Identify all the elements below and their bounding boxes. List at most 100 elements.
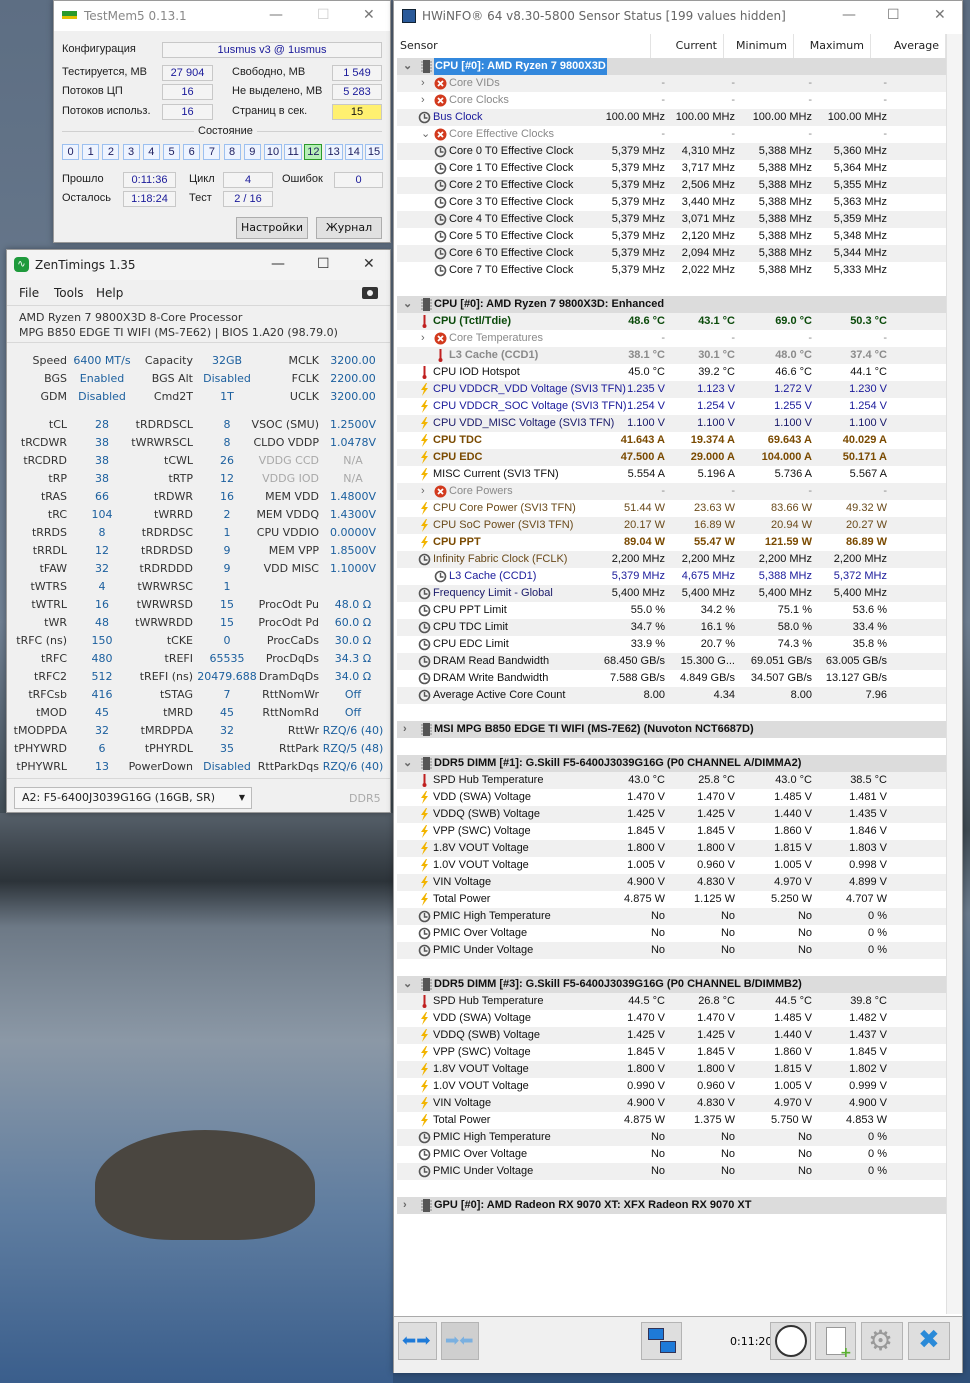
column-header-minimum[interactable]: Minimum bbox=[724, 34, 794, 58]
sensor-row[interactable]: CPU VDDCR_SOC Voltage (SVI3 TFN) 1.254 V1… bbox=[397, 398, 946, 415]
sensor-row[interactable]: SPD Hub Temperature 44.5 °C 26.8 °C 44.5 °C… bbox=[397, 993, 946, 1010]
sensor-row[interactable]: Core 3 T0 Effective Clock 5,379 MHz 3,440 … bbox=[397, 194, 946, 211]
chevron-down-icon[interactable]: ⌄ bbox=[403, 58, 412, 75]
menu-file[interactable]: File bbox=[19, 286, 39, 300]
sensor-row[interactable]: PMIC Over Voltage No No No 0 % bbox=[397, 925, 946, 942]
sensor-row[interactable]: Total Power 4.875 W 1.375 W 5.750 W 4.853 W bbox=[397, 1112, 946, 1129]
minimize-button[interactable]: — bbox=[271, 256, 285, 272]
chevron-down-icon[interactable]: ⌄ bbox=[403, 755, 412, 772]
sensor-row[interactable]: VPP (SWC) Voltage 1.845 V 1.845 V 1.860 V 1.… bbox=[397, 823, 946, 840]
sensor-row[interactable]: DRAM Read Bandwidth 68.450 GB/s 15.300 G..… bbox=[397, 653, 946, 670]
sensor-group-header[interactable]: ⌄ DDR5 DIMM [#3]: G.Skill F5-6400J3039G16… bbox=[397, 976, 946, 993]
sensor-row[interactable]: CPU PPT Limit 55.0 % 34.2 % 75.1 % 53.6 % bbox=[397, 602, 946, 619]
settings-button[interactable]: ⚙ bbox=[861, 1322, 903, 1360]
sensor-row[interactable]: › Core Clocks - - - - bbox=[397, 92, 946, 109]
sensor-row[interactable]: VPP (SWC) Voltage 1.845 V 1.845 V 1.860 V 1.… bbox=[397, 1044, 946, 1061]
sensor-row[interactable]: › Core Powers - - - - bbox=[397, 483, 946, 500]
sensor-row[interactable]: CPU SoC Power (SVI3 TFN) 20.17 W 16.89 W 20… bbox=[397, 517, 946, 534]
chevron-down-icon[interactable]: ⌄ bbox=[403, 976, 412, 993]
minimize-button[interactable]: — bbox=[842, 7, 856, 23]
sensor-row[interactable]: Infinity Fabric Clock (FCLK) 2,200 MHz 2,2… bbox=[397, 551, 946, 568]
maximize-button[interactable]: ☐ bbox=[317, 7, 330, 23]
network-button[interactable] bbox=[641, 1322, 682, 1360]
log-button[interactable]: Журнал bbox=[316, 217, 382, 239]
sensor-row[interactable]: L3 Cache (CCD1) 5,379 MHz 4,675 MHz 5,388 M… bbox=[397, 568, 946, 585]
sensor-row[interactable]: 1.8V VOUT Voltage 1.800 V 1.800 V 1.815 V 1.… bbox=[397, 1061, 946, 1078]
chevron-right-icon[interactable]: › bbox=[421, 75, 425, 92]
sensor-row[interactable]: Core 6 T0 Effective Clock 5,379 MHz 2,094 … bbox=[397, 245, 946, 262]
menu-help[interactable]: Help bbox=[96, 286, 123, 300]
sensor-group-header[interactable]: ⌄ DDR5 DIMM [#1]: G.Skill F5-6400J3039G16… bbox=[397, 755, 946, 772]
close-button[interactable]: ✕ bbox=[934, 7, 946, 23]
expand-columns-button[interactable]: ⬅➡ bbox=[398, 1322, 437, 1360]
column-header-average[interactable]: Average bbox=[871, 34, 946, 58]
sensor-row[interactable]: VDD (SWA) Voltage 1.470 V 1.470 V 1.485 V 1.… bbox=[397, 1010, 946, 1027]
sensor-row[interactable]: DRAM Write Bandwidth 7.588 GB/s 4.849 GB/s… bbox=[397, 670, 946, 687]
maximize-button[interactable]: ☐ bbox=[887, 7, 900, 23]
sensor-row[interactable]: Core 2 T0 Effective Clock 5,379 MHz 2,506 … bbox=[397, 177, 946, 194]
screenshot-camera-icon[interactable] bbox=[362, 287, 378, 299]
sensor-row[interactable]: VIN Voltage 4.900 V 4.830 V 4.970 V 4.900 V bbox=[397, 1095, 946, 1112]
sensor-row[interactable]: Core 7 T0 Effective Clock 5,379 MHz 2,022 … bbox=[397, 262, 946, 279]
sensor-row[interactable]: › Core VIDs - - - - bbox=[397, 75, 946, 92]
sensor-row[interactable]: Core 5 T0 Effective Clock 5,379 MHz 2,120 … bbox=[397, 228, 946, 245]
sensor-row[interactable]: CPU PPT 89.04 W 55.47 W 121.59 W 86.89 W bbox=[397, 534, 946, 551]
sensor-row[interactable]: 1.0V VOUT Voltage 0.990 V 0.960 V 1.005 V 0.… bbox=[397, 1078, 946, 1095]
close-sensors-button[interactable]: ✖ bbox=[908, 1322, 950, 1360]
sensor-row[interactable]: CPU VDD_MISC Voltage (SVI3 TFN) 1.100 V 1.… bbox=[397, 415, 946, 432]
sensor-group-header[interactable]: › MSI MPG B850 EDGE TI WIFI (MS-7E62) (Nu… bbox=[397, 721, 946, 738]
sensor-row[interactable]: Bus Clock 100.00 MHz 100.00 MHz 100.00 MHz 1… bbox=[397, 109, 946, 126]
chevron-down-icon[interactable]: ⌄ bbox=[421, 126, 430, 143]
sensor-row[interactable]: Frequency Limit - Global 5,400 MHz 5,400 M… bbox=[397, 585, 946, 602]
chevron-down-icon[interactable]: ⌄ bbox=[403, 296, 412, 313]
sensor-row[interactable]: Core 0 T0 Effective Clock 5,379 MHz 4,310 … bbox=[397, 143, 946, 160]
sensor-row[interactable]: PMIC Over Voltage No No No 0 % bbox=[397, 1146, 946, 1163]
sensor-group-header[interactable]: › GPU [#0]: AMD Radeon RX 9070 XT: XFX Ra… bbox=[397, 1197, 946, 1214]
sensor-row[interactable]: VDDQ (SWB) Voltage 1.425 V 1.425 V 1.440 V 1… bbox=[397, 806, 946, 823]
sensor-row[interactable]: 1.0V VOUT Voltage 1.005 V 0.960 V 1.005 V 0.… bbox=[397, 857, 946, 874]
sensor-row[interactable]: CPU TDC Limit 34.7 % 16.1 % 58.0 % 33.4 % bbox=[397, 619, 946, 636]
settings-button[interactable]: Настройки bbox=[236, 217, 308, 239]
column-header-sensor[interactable]: Sensor bbox=[394, 34, 651, 58]
sensor-row[interactable]: L3 Cache (CCD1) 38.1 °C 30.1 °C 48.0 °C 37.4… bbox=[397, 347, 946, 364]
collapse-columns-button[interactable]: ➡⬅ bbox=[441, 1322, 479, 1360]
sensor-row[interactable]: Core 4 T0 Effective Clock 5,379 MHz 3,071 … bbox=[397, 211, 946, 228]
vertical-scrollbar[interactable] bbox=[946, 34, 962, 1314]
sensor-row[interactable]: CPU IOD Hotspot 45.0 °C 39.2 °C 46.6 °C 44.1… bbox=[397, 364, 946, 381]
minimize-button[interactable]: — bbox=[269, 7, 283, 23]
sensor-row[interactable]: Total Power 4.875 W 1.125 W 5.250 W 4.707 W bbox=[397, 891, 946, 908]
logging-button[interactable]: + bbox=[815, 1322, 856, 1361]
close-button[interactable]: ✕ bbox=[363, 256, 375, 272]
sensor-row[interactable]: Average Active Core Count 8.00 4.34 8.00 7.9… bbox=[397, 687, 946, 704]
sensor-row[interactable]: VIN Voltage 4.900 V 4.830 V 4.970 V 4.899 V bbox=[397, 874, 946, 891]
chevron-right-icon[interactable]: › bbox=[403, 721, 407, 738]
sensor-row[interactable]: ⌄ Core Effective Clocks - - - - bbox=[397, 126, 946, 143]
sensor-row[interactable]: CPU EDC 47.500 A 29.000 A 104.000 A 50.171 A bbox=[397, 449, 946, 466]
menu-tools[interactable]: Tools bbox=[54, 286, 84, 300]
sensor-row[interactable]: PMIC Under Voltage No No No 0 % bbox=[397, 942, 946, 959]
reset-timer-button[interactable] bbox=[770, 1322, 811, 1360]
sensor-row[interactable]: › Core Temperatures - - - - bbox=[397, 330, 946, 347]
sensor-group-header[interactable]: ⌄ CPU [#0]: AMD Ryzen 7 9800X3D bbox=[397, 58, 946, 75]
sensor-row[interactable]: PMIC Under Voltage No No No 0 % bbox=[397, 1163, 946, 1180]
chevron-right-icon[interactable]: › bbox=[421, 92, 425, 109]
sensor-row[interactable]: CPU Core Power (SVI3 TFN) 51.44 W 23.63 W 8… bbox=[397, 500, 946, 517]
sensor-row[interactable]: PMIC High Temperature No No No 0 % bbox=[397, 908, 946, 925]
column-header-current[interactable]: Current bbox=[651, 34, 724, 58]
maximize-button[interactable]: ☐ bbox=[317, 256, 330, 272]
sensor-row[interactable]: VDD (SWA) Voltage 1.470 V 1.470 V 1.485 V 1.… bbox=[397, 789, 946, 806]
sensor-row[interactable]: Core 1 T0 Effective Clock 5,379 MHz 3,717 … bbox=[397, 160, 946, 177]
sensor-row[interactable]: 1.8V VOUT Voltage 1.800 V 1.800 V 1.815 V 1.… bbox=[397, 840, 946, 857]
sensor-row[interactable]: PMIC High Temperature No No No 0 % bbox=[397, 1129, 946, 1146]
sensor-row[interactable]: CPU (Tctl/Tdie) 48.6 °C 43.1 °C 69.0 °C 50.3… bbox=[397, 313, 946, 330]
chevron-right-icon[interactable]: › bbox=[403, 1197, 407, 1214]
chevron-right-icon[interactable]: › bbox=[421, 330, 425, 347]
sensor-group-header[interactable]: ⌄ CPU [#0]: AMD Ryzen 7 9800X3D: Enhanced bbox=[397, 296, 946, 313]
sensor-row[interactable]: CPU VDDCR_VDD Voltage (SVI3 TFN) 1.235 V1… bbox=[397, 381, 946, 398]
sensor-row[interactable]: VDDQ (SWB) Voltage 1.425 V 1.425 V 1.440 V 1… bbox=[397, 1027, 946, 1044]
dimm-select[interactable]: A2: F5-6400J3039G16G (16GB, SR) ▼ bbox=[14, 787, 252, 809]
sensor-row[interactable]: MISC Current (SVI3 TFN) 5.554 A 5.196 A 5.7… bbox=[397, 466, 946, 483]
close-button[interactable]: ✕ bbox=[363, 7, 375, 23]
sensor-row[interactable]: SPD Hub Temperature 43.0 °C 25.8 °C 43.0 °C… bbox=[397, 772, 946, 789]
column-header-maximum[interactable]: Maximum bbox=[794, 34, 871, 58]
